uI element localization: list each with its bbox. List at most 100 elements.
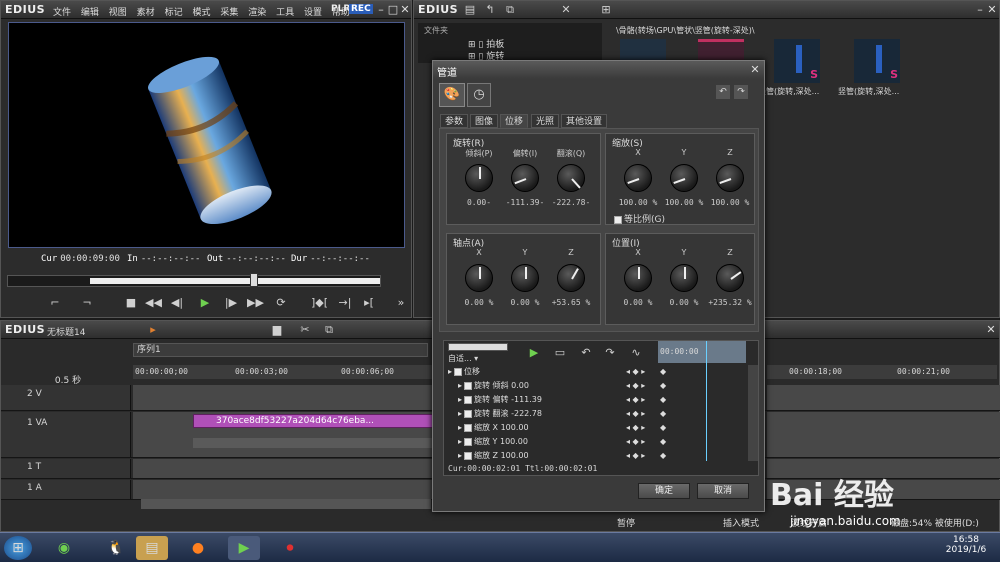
menu-file[interactable]: 文件: [53, 8, 71, 18]
keyframe-marker[interactable]: ◆: [660, 365, 666, 379]
kf-nav-icon[interactable]: ◂ ◆ ▸: [626, 365, 645, 379]
track-header[interactable]: 1 T: [1, 459, 131, 478]
tab-lighting[interactable]: 光照: [531, 114, 560, 128]
tab-params[interactable]: 参数: [440, 114, 469, 128]
browser-360-icon[interactable]: ◉: [48, 536, 80, 560]
cut-clip-icon[interactable]: ✂: [297, 322, 313, 338]
kf-track-row[interactable]: ▸ 缩放 X 100.00 ◂ ◆ ▸ ◆: [446, 421, 666, 435]
track-body[interactable]: [133, 385, 433, 410]
track-checkbox[interactable]: [464, 437, 473, 446]
scale-knob[interactable]: [670, 164, 698, 192]
keyframe-marker[interactable]: ◆: [660, 393, 666, 407]
start-button-icon[interactable]: ⊞: [4, 536, 32, 560]
keyframe-marker[interactable]: ◆: [660, 407, 666, 421]
kf-nav-icon[interactable]: ◂ ◆ ▸: [626, 393, 645, 407]
auto-dropdown[interactable]: 自适... ▾: [448, 353, 508, 365]
save-icon[interactable]: ▆: [269, 322, 285, 338]
scale-knob[interactable]: [716, 164, 744, 192]
tab-other[interactable]: 其他设置: [561, 114, 608, 128]
keyframe-marker[interactable]: ◆: [660, 449, 666, 463]
menu-view[interactable]: 视图: [109, 8, 127, 18]
firefox-icon[interactable]: ●: [182, 536, 214, 560]
menu-marker[interactable]: 标记: [165, 8, 183, 18]
clip-thumb-2[interactable]: [698, 39, 744, 61]
expand-icon[interactable]: ▸: [458, 395, 462, 404]
menu-settings[interactable]: 设置: [304, 8, 322, 18]
track-body-right[interactable]: [767, 385, 1000, 410]
kf-track-row[interactable]: ▸ 旋转 翻滚 -222.78 ◂ ◆ ▸ ◆: [446, 407, 666, 421]
more-icon[interactable]: »: [393, 295, 409, 311]
tab-image[interactable]: 图像: [470, 114, 499, 128]
effect-icon-tab[interactable]: 🎨: [439, 83, 465, 107]
clip-thumb-3[interactable]: S: [774, 39, 820, 83]
view-icon[interactable]: ⊞: [598, 2, 614, 18]
expand-icon[interactable]: ▸: [458, 381, 462, 390]
expand-icon[interactable]: ▸: [448, 367, 452, 376]
status-insert-mode[interactable]: 插入模式: [723, 516, 759, 529]
track-header[interactable]: 1 A: [1, 480, 131, 499]
minimize-icon[interactable]: –: [375, 4, 387, 16]
redo-icon[interactable]: ↷: [734, 85, 748, 99]
set-out-icon[interactable]: ¬: [79, 295, 95, 311]
track-checkbox[interactable]: [464, 409, 473, 418]
track-checkbox[interactable]: [464, 451, 473, 460]
play-icon[interactable]: ▶: [197, 295, 213, 311]
expand-icon[interactable]: ▸: [458, 409, 462, 418]
cut-icon[interactable]: ✕: [558, 2, 574, 18]
timeline-scrollbar[interactable]: [141, 499, 431, 509]
kf-next-icon[interactable]: ↷: [602, 345, 618, 361]
keyframe-marker[interactable]: ◆: [660, 379, 666, 393]
stop-icon[interactable]: ■: [123, 295, 139, 311]
add-clip-icon[interactable]: ⧉: [502, 2, 518, 18]
set-in-icon[interactable]: ⌐: [47, 295, 63, 311]
kf-track-row[interactable]: ▸ 缩放 Z 100.00 ◂ ◆ ▸ ◆: [446, 449, 666, 463]
position-knob[interactable]: [716, 264, 744, 292]
rotation-knob[interactable]: [465, 164, 493, 192]
clip-thumb-1[interactable]: [620, 39, 666, 61]
cancel-button[interactable]: 取消: [697, 483, 749, 499]
clip-thumb-4[interactable]: S: [854, 39, 900, 83]
track-checkbox[interactable]: [454, 367, 463, 376]
dialog-titlebar[interactable]: 管道 ✕: [433, 61, 764, 79]
kf-track-row[interactable]: ▸ 缩放 Y 100.00 ◂ ◆ ▸ ◆: [446, 435, 666, 449]
keyframe-marker[interactable]: ◆: [660, 421, 666, 435]
dialog-close-icon[interactable]: ✕: [749, 64, 761, 76]
rec-button[interactable]: REC: [349, 4, 373, 14]
kf-play-icon[interactable]: ▶: [526, 345, 542, 361]
tab-position[interactable]: 位移: [500, 114, 529, 128]
track-header[interactable]: 2 V: [1, 385, 131, 410]
kf-scroll[interactable]: [748, 365, 758, 461]
kf-prev-icon[interactable]: ↶: [578, 345, 594, 361]
track-checkbox[interactable]: [464, 381, 473, 390]
kf-track-row[interactable]: ▸ 旋转 倾斜 0.00 ◂ ◆ ▸ ◆: [446, 379, 666, 393]
kf-graph-icon[interactable]: ∿: [628, 345, 644, 361]
player-scrubber[interactable]: [7, 273, 381, 287]
track-checkbox[interactable]: [464, 423, 473, 432]
position-knob[interactable]: [624, 264, 652, 292]
preview-monitor[interactable]: [8, 22, 405, 248]
undo-icon[interactable]: ↶: [716, 85, 730, 99]
bin-minimize-icon[interactable]: –: [974, 4, 986, 16]
kf-track-row[interactable]: ▸ 位移 ◂ ◆ ▸ ◆: [446, 365, 666, 379]
fast-forward-icon[interactable]: ▶▶: [247, 295, 264, 311]
expand-icon[interactable]: ▸: [458, 451, 462, 460]
copy-icon[interactable]: ⧉: [321, 322, 337, 338]
track-checkbox[interactable]: [464, 395, 473, 404]
folder-icon[interactable]: ▤: [462, 2, 478, 18]
sequence-icon[interactable]: ▸: [145, 322, 161, 338]
menu-clip[interactable]: 素材: [137, 8, 155, 18]
kf-nav-icon[interactable]: ◂ ◆ ▸: [626, 379, 645, 393]
pivot-knob[interactable]: [511, 264, 539, 292]
bin-close-icon[interactable]: ✕: [986, 4, 998, 16]
timeline-clip[interactable]: 370ace8df53227a204d64c76eba...: [193, 414, 433, 428]
overwrite-icon[interactable]: →|: [337, 295, 353, 311]
expand-icon[interactable]: ▸: [458, 423, 462, 432]
rotation-knob[interactable]: [511, 164, 539, 192]
timeline-ruler-right[interactable]: 00:00:18;00 00:00:21;00: [767, 365, 997, 379]
trim-icon[interactable]: ▸[: [361, 295, 377, 311]
kf-ruler[interactable]: 00:00:00: [658, 341, 746, 363]
up-folder-icon[interactable]: ↰: [482, 2, 498, 18]
ok-button[interactable]: 确定: [638, 483, 690, 499]
pivot-knob[interactable]: [557, 264, 585, 292]
sequence-tab[interactable]: 序列1: [133, 343, 428, 357]
